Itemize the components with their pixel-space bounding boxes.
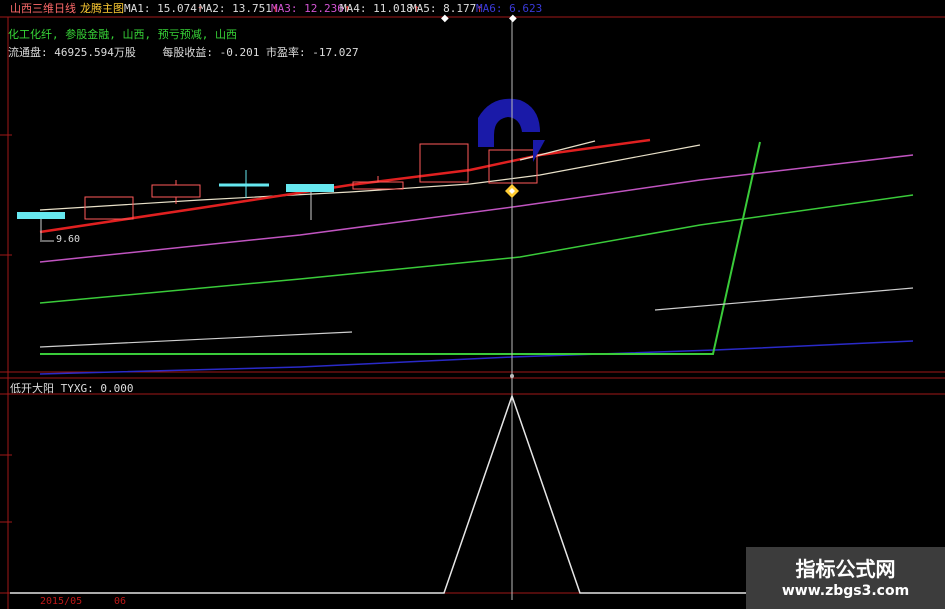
- candle: [151, 184, 201, 198]
- ma5-legend: MA5: 8.177↑: [410, 2, 483, 15]
- ma6-legend: MA6: 6.623: [476, 2, 543, 15]
- ma2-legend: MA2: 13.751↑: [199, 2, 279, 15]
- ma1-legend: MA1: 15.074↑: [124, 2, 204, 15]
- stock-info: 流通盘: 46925.594万股 每股收益: -0.201 市盈率: -17.0…: [8, 44, 359, 60]
- date-label: 2015/05: [40, 596, 83, 607]
- tyxg-signal-line: [10, 393, 746, 594]
- chart-canvas[interactable]: ◆ ◆: [0, 0, 945, 609]
- candles: [17, 143, 538, 240]
- ma5-line: [40, 141, 761, 355]
- sub-chart-title: 低开大阳 TYXG: 0.000: [10, 382, 134, 395]
- concept-tags: 化工化纤, 参股金融, 山西, 预亏预减, 山西: [8, 28, 237, 41]
- stock-title: 山西三维日线: [10, 2, 76, 15]
- ma-white-right: [654, 287, 914, 311]
- price-label: 9.60: [56, 234, 81, 245]
- ma2-line: [39, 144, 701, 211]
- ma6-line: [39, 340, 914, 375]
- indicator-title: 龙腾主图: [80, 2, 124, 15]
- ma3-legend: MA3: 12.236↑: [271, 2, 351, 15]
- ma3-line: [39, 154, 914, 263]
- diamond-signal-icon: [505, 184, 519, 198]
- chart-frame: [0, 16, 945, 609]
- date-extra: 06: [114, 596, 127, 607]
- watermark-title: 指标公式网: [795, 557, 896, 581]
- crosshair-dot: [510, 374, 514, 378]
- ma1-line: [39, 138, 651, 234]
- ma-white-low: [39, 331, 353, 348]
- ma4-legend: MA4: 11.018↑: [340, 2, 420, 15]
- watermark-url: www.zbgs3.com: [781, 583, 910, 599]
- eps-pe: 每股收益: -0.201 市盈率: -17.027: [162, 46, 359, 59]
- float-shares: 流通盘: 46925.594万股: [8, 46, 136, 59]
- watermark: 指标公式网 www.zbgs3.com: [746, 547, 945, 609]
- candle: [84, 196, 134, 220]
- candle: [17, 212, 65, 219]
- candle: [286, 184, 334, 192]
